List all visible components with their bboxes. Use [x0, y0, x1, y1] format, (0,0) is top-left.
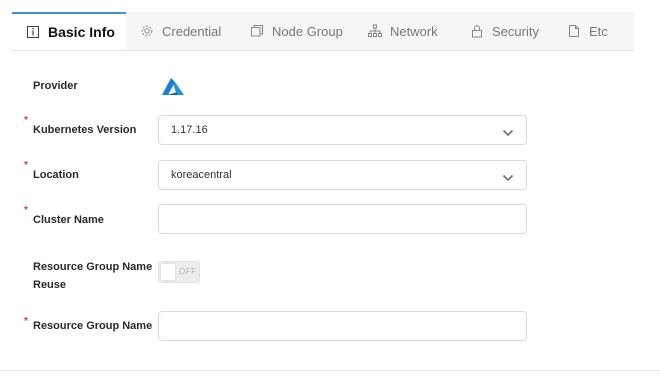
node-group-icon	[250, 24, 264, 38]
divider	[0, 370, 660, 371]
lock-icon	[470, 24, 484, 38]
chevron-down-icon	[502, 170, 514, 182]
provider-label: Provider	[33, 80, 78, 92]
toggle-state-text: OFF	[179, 267, 197, 276]
azure-logo	[161, 77, 185, 97]
tab-label: Etc	[589, 23, 608, 39]
resource-group-name-field	[158, 311, 527, 342]
label-line-2: Reuse	[33, 279, 67, 291]
gear-icon	[140, 24, 154, 38]
tab-label: Network	[390, 23, 438, 39]
required-marker: *	[24, 115, 28, 126]
tab-security[interactable]: Security	[470, 12, 539, 50]
label-line-1: Resource Group Name	[33, 261, 153, 273]
tab-etc[interactable]: Etc	[567, 12, 608, 50]
kubernetes-version-select[interactable]: 1.17.16	[158, 115, 527, 145]
tab-basic-info[interactable]: Basic Info	[12, 12, 126, 50]
chevron-down-icon	[502, 125, 514, 137]
kubernetes-version-value: 1.17.16	[171, 124, 208, 136]
required-marker: *	[24, 316, 28, 327]
tab-label: Credential	[162, 23, 222, 39]
tab-network[interactable]: Network	[368, 12, 438, 50]
resource-group-name-input[interactable]	[169, 312, 513, 342]
tab-label: Security	[492, 23, 539, 39]
tab-node-group[interactable]: Node Group	[250, 12, 343, 50]
cluster-name-input[interactable]	[169, 205, 513, 235]
document-icon	[567, 24, 581, 38]
location-value: koreacentral	[171, 169, 232, 181]
toggle-knob	[161, 264, 175, 280]
required-marker: *	[24, 205, 28, 216]
tab-bar: Basic Info Credential Node Group Network…	[12, 12, 634, 51]
tab-credential[interactable]: Credential	[140, 12, 221, 50]
resource-group-name-reuse-label: Resource Group Name Reuse	[33, 258, 152, 294]
cluster-name-label: Cluster Name	[33, 214, 104, 226]
required-marker: *	[24, 160, 28, 171]
resource-group-name-reuse-toggle[interactable]: OFF	[158, 261, 200, 283]
kubernetes-version-label: Kubernetes Version	[33, 124, 137, 136]
info-icon	[26, 25, 40, 39]
resource-group-name-label: Resource Group Name	[33, 320, 153, 332]
cluster-name-field	[158, 204, 527, 235]
location-select[interactable]: koreacentral	[158, 160, 527, 190]
tab-label: Node Group	[272, 23, 343, 39]
tab-label: Basic Info	[48, 24, 115, 40]
network-icon	[368, 24, 382, 38]
location-label: Location	[33, 169, 79, 181]
